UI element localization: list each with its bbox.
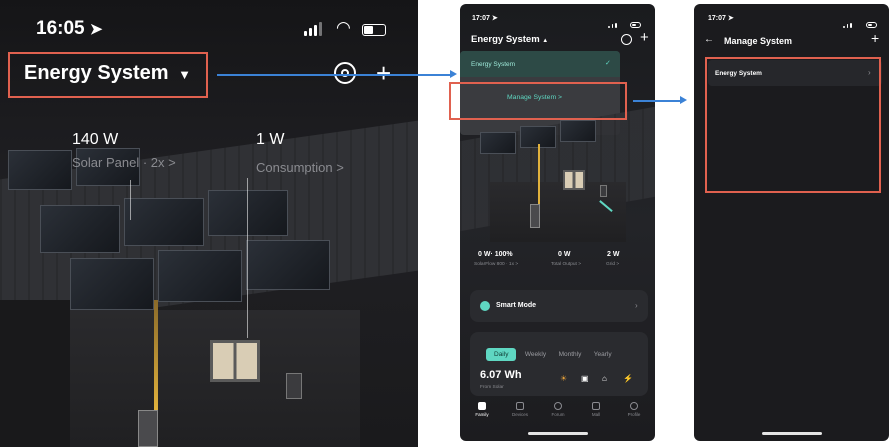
energy-value: 6.07 Wh xyxy=(480,369,522,381)
settings-hex-icon[interactable] xyxy=(621,34,632,45)
nav-profile[interactable]: Profile xyxy=(622,402,646,417)
status-time: 17:07 ➤ xyxy=(472,15,498,22)
status-time: 16:05 ➤ xyxy=(36,18,103,39)
annotation-highlight-manage xyxy=(449,82,627,120)
phone-screen-dropdown: 17:07 ➤ Energy System ▲ + Energy System … xyxy=(460,4,655,441)
solarflow-device xyxy=(138,410,158,447)
wifi-icon: ◠ xyxy=(336,18,351,37)
solar-panel-link[interactable]: Solar Panel · 2x > xyxy=(72,155,176,170)
tab-daily[interactable]: Daily xyxy=(486,348,517,361)
tab-monthly[interactable]: Monthly xyxy=(555,348,586,361)
annotation-highlight-title xyxy=(8,52,208,98)
home-icon: ⌂ xyxy=(602,374,607,383)
consumption-value: 1 W xyxy=(256,131,285,148)
energy-stats-card: Daily Weekly Monthly Yearly 6.07 Wh From… xyxy=(470,332,648,396)
location-arrow-icon: ➤ xyxy=(89,21,103,38)
back-arrow-icon[interactable]: ← xyxy=(704,34,714,45)
chevron-right-icon: › xyxy=(635,301,638,310)
total-output-value: 0 W xyxy=(558,251,571,258)
signal-icon xyxy=(843,15,852,33)
annotation-arrow xyxy=(633,100,681,102)
smart-mode-card[interactable]: Smart Mode › xyxy=(470,290,648,322)
battery-icon xyxy=(362,23,386,41)
home-indicator xyxy=(527,432,588,435)
period-tabs: Daily Weekly Monthly Yearly xyxy=(486,343,616,361)
consumption-link[interactable]: Consumption > xyxy=(256,160,344,175)
settings-hex-icon[interactable] xyxy=(334,62,356,84)
meter-box xyxy=(286,373,302,399)
annotation-arrow xyxy=(217,74,451,76)
smart-mode-icon xyxy=(480,301,490,311)
annotation-arrowhead xyxy=(680,96,687,104)
add-icon[interactable]: + xyxy=(871,30,879,46)
status-time: 17:07 ➤ xyxy=(708,15,734,22)
solarflow-device xyxy=(530,204,540,228)
tab-weekly[interactable]: Weekly xyxy=(521,348,550,361)
grid-link[interactable]: Grid > xyxy=(606,262,619,267)
grid-tower-icon: ⚡ xyxy=(623,374,633,383)
solarflow-link[interactable]: SolarFlow 800 · 1x > xyxy=(474,262,518,267)
total-output-link[interactable]: Total Output > xyxy=(551,262,581,267)
house-window xyxy=(210,340,260,382)
nav-family[interactable]: Family xyxy=(470,402,494,417)
check-icon: ✓ xyxy=(605,60,611,67)
solar-value: 140 W xyxy=(72,131,119,148)
house-window xyxy=(563,170,585,190)
annotation-highlight-list xyxy=(705,57,881,193)
nav-forum[interactable]: Forum xyxy=(546,402,570,417)
battery-device-icon: ▣ xyxy=(581,374,589,383)
annotation-arrowhead xyxy=(450,70,457,78)
signal-icon xyxy=(608,15,617,33)
system-selector[interactable]: Energy System ▲ xyxy=(471,34,548,45)
solarflow-value: 0 W· 100% xyxy=(478,251,513,258)
nav-mall[interactable]: Mall xyxy=(584,402,608,417)
home-indicator xyxy=(761,432,822,435)
nav-devices[interactable]: Devices xyxy=(508,402,532,417)
tab-yearly[interactable]: Yearly xyxy=(590,348,616,361)
add-icon[interactable]: + xyxy=(640,29,649,46)
signal-icon xyxy=(304,22,322,41)
energy-source-label: From Solar xyxy=(480,385,504,390)
dropdown-item-energy-system[interactable]: Energy System ✓ xyxy=(460,51,620,77)
page-title: Manage System xyxy=(724,36,793,46)
grid-value: 2 W xyxy=(607,251,620,258)
solar-icon: ☀ xyxy=(560,374,568,383)
